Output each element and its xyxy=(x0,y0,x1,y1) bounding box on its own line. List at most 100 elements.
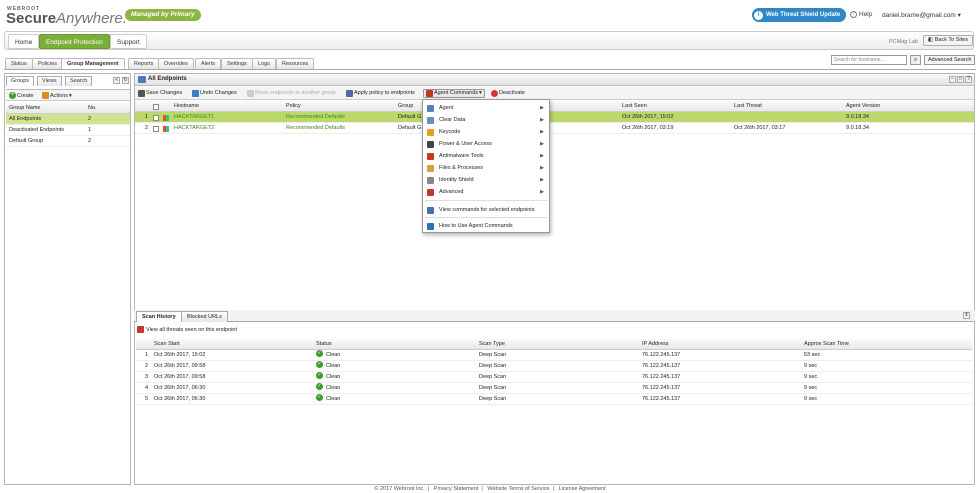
tab-groups[interactable]: Groups xyxy=(6,76,35,86)
row-checkbox[interactable] xyxy=(153,115,159,121)
panel-title: All Endpoints xyxy=(148,76,187,82)
endpoint-row[interactable]: 1 HACKTARGET1 Recommended Defaults Defau… xyxy=(135,112,974,123)
maximize-icon[interactable]: □ xyxy=(957,76,964,83)
save-changes-button[interactable]: Save Changes xyxy=(138,89,182,98)
subtab-status[interactable]: Status xyxy=(5,58,33,69)
site-label: PCMag Lab xyxy=(889,39,919,45)
menu-item-identity-shield[interactable]: Identity Shield ▶ xyxy=(423,174,549,186)
scan-time: 9 sec xyxy=(804,385,818,391)
deactivate-button[interactable]: Deactivate xyxy=(491,89,525,98)
agent-commands-dropdown[interactable]: Agent Commands ▾ xyxy=(423,89,485,98)
subtab-resources[interactable]: Resources xyxy=(276,58,315,69)
advanced-search-button[interactable]: Advanced Search xyxy=(924,55,976,65)
windows-icon xyxy=(163,126,169,132)
footer: © 2017 Webroot Inc. | Privacy Statement | … xyxy=(374,486,606,492)
column-header-hostname[interactable]: Hostname xyxy=(174,101,199,112)
tab-blocked-urls[interactable]: Blocked URLs xyxy=(181,311,228,322)
menu-item-advanced[interactable]: Advanced ▶ xyxy=(423,186,549,198)
license-agreement-link[interactable]: License Agreement xyxy=(559,486,606,492)
check-circle-icon: ✓ xyxy=(316,350,323,357)
subtab-overrides[interactable]: Overrides xyxy=(158,58,194,69)
refresh-icon[interactable]: ↻ xyxy=(122,77,129,84)
row-checkbox[interactable] xyxy=(153,126,159,132)
windows-icon xyxy=(163,115,169,121)
column-header-scan-type[interactable]: Scan Type xyxy=(479,339,505,350)
select-all-checkbox[interactable] xyxy=(153,104,159,110)
endpoints-grid: Hostname Policy Group Last Seen Last Thr… xyxy=(135,101,974,134)
subtab-reports[interactable]: Reports xyxy=(128,58,160,69)
tab-views[interactable]: Views xyxy=(37,76,62,86)
menu-item-power-user-access[interactable]: Power & User Access ▶ xyxy=(423,138,549,150)
user-menu[interactable]: daniel.brame@gmail.com ▾ xyxy=(882,11,961,19)
nav-tab-home[interactable]: Home xyxy=(8,34,40,49)
chevron-right-icon: ▶ xyxy=(540,177,544,183)
subtab-group-management[interactable]: Group Management xyxy=(61,58,125,69)
groups-panel: Groups Views Search « ↻ + Create Actions … xyxy=(4,73,131,485)
tab-scan-history[interactable]: Scan History xyxy=(136,311,182,322)
group-row[interactable]: Default Group 2 xyxy=(6,136,130,147)
tab-search[interactable]: Search xyxy=(65,76,93,86)
privacy-statement-link[interactable]: Privacy Statement xyxy=(434,486,479,492)
endpoint-row[interactable]: 2 HACKTARGET2 Recommended Defaults Defau… xyxy=(135,123,974,134)
web-threat-shield-update-button[interactable]: i Web Threat Shield Update xyxy=(752,8,847,22)
collapse-icon[interactable]: « xyxy=(113,77,120,84)
group-row[interactable]: All Endpoints 2 xyxy=(6,114,130,125)
minimize-icon[interactable]: − xyxy=(949,76,956,83)
chevron-right-icon: ▶ xyxy=(540,129,544,135)
column-header-count[interactable]: No. xyxy=(88,103,97,114)
scan-start: Oct 26th 2017, 09:58 xyxy=(154,363,206,369)
help-link[interactable]: ? Help xyxy=(850,11,872,18)
apply-policy-button[interactable]: Apply policy to endpoints xyxy=(346,89,415,98)
scan-start: Oct 26th 2017, 15:02 xyxy=(154,352,206,358)
menu-item-icon xyxy=(427,207,434,214)
menu-item-agent[interactable]: Agent ▶ xyxy=(423,102,549,114)
menu-item-how-to-use-agent-commands[interactable]: How to Use Agent Commands xyxy=(423,220,549,232)
undo-changes-button[interactable]: Undo Changes xyxy=(192,89,237,98)
nav-tab-support[interactable]: Support xyxy=(110,34,147,49)
subtab-alerts[interactable]: Alerts xyxy=(195,58,222,69)
subtab-settings[interactable]: Settings xyxy=(221,58,253,69)
scan-row[interactable]: 3 Oct 26th 2017, 09:58 ✓ Clean Deep Scan 76.1… xyxy=(136,372,972,383)
column-header-policy[interactable]: Policy xyxy=(286,101,301,112)
subtab-logs[interactable]: Logs xyxy=(252,58,276,69)
back-to-sites-button[interactable]: ◧ Back To Sites xyxy=(923,35,973,46)
main-nav: Home Endpoint Protection Support xyxy=(4,31,974,50)
scan-start: Oct 26th 2017, 06:30 xyxy=(154,396,206,402)
hostname-search-input[interactable]: Search for hostname... xyxy=(831,55,907,65)
help-icon[interactable]: ? xyxy=(965,76,972,83)
column-header-group-name[interactable]: Group Name xyxy=(9,103,41,114)
scan-row[interactable]: 5 Oct 26th 2017, 06:30 ✓ Clean Deep Scan 76.1… xyxy=(136,394,972,405)
hostname-link[interactable]: HACKTARGET2 xyxy=(174,123,214,134)
column-header-group[interactable]: Group xyxy=(398,101,413,112)
scan-row[interactable]: 4 Oct 26th 2017, 06:30 ✓ Clean Deep Scan 76.1… xyxy=(136,383,972,394)
nav-tab-endpoint-protection[interactable]: Endpoint Protection xyxy=(39,34,110,49)
row-number: 2 xyxy=(145,363,149,369)
column-header-scan-start[interactable]: Scan Start xyxy=(154,339,180,350)
column-header-last-seen[interactable]: Last Seen xyxy=(622,101,647,112)
menu-item-keycode[interactable]: Keycode ▶ xyxy=(423,126,549,138)
scan-row[interactable]: 2 Oct 26th 2017, 09:58 ✓ Clean Deep Scan 76.1… xyxy=(136,361,972,372)
terms-of-service-link[interactable]: Website Terms of Service xyxy=(487,486,549,492)
menu-item-icon xyxy=(427,189,434,196)
column-header-ip-address[interactable]: IP Address xyxy=(642,339,669,350)
view-all-threats-link[interactable]: View all threats seen on this endpoint xyxy=(137,326,237,333)
menu-item-files-processes[interactable]: Files & Processes ▶ xyxy=(423,162,549,174)
scan-row[interactable]: 1 Oct 26th 2017, 15:02 ✓ Clean Deep Scan 76.1… xyxy=(136,350,972,361)
move-endpoints-button[interactable]: Move endpoints to another group xyxy=(247,89,336,98)
menu-item-antimalware-tools[interactable]: Antimalware Tools ▶ xyxy=(423,150,549,162)
group-row[interactable]: Deactivated Endpoints 1 xyxy=(6,125,130,136)
column-header-status[interactable]: Status xyxy=(316,339,332,350)
menu-separator xyxy=(425,200,547,201)
search-icon[interactable]: ⌕ xyxy=(910,55,921,65)
column-header-agent-version[interactable]: Agent Version xyxy=(846,101,880,112)
expand-icon[interactable]: ⇕ xyxy=(963,312,970,319)
actions-dropdown[interactable]: Actions ▾ xyxy=(42,92,72,99)
create-group-button[interactable]: + Create xyxy=(9,92,34,99)
menu-item-clear-data[interactable]: Clear Data ▶ xyxy=(423,114,549,126)
scan-type: Deep Scan xyxy=(479,396,507,402)
menu-item-view-commands-for-selected-endpoints[interactable]: View commands for selected endpoints xyxy=(423,204,549,216)
column-header-approx-scan-time[interactable]: Approx Scan Time xyxy=(804,339,849,350)
hostname-link[interactable]: HACKTARGET1 xyxy=(174,112,214,123)
column-header-last-threat[interactable]: Last Threat xyxy=(734,101,762,112)
subtab-policies[interactable]: Policies xyxy=(32,58,63,69)
